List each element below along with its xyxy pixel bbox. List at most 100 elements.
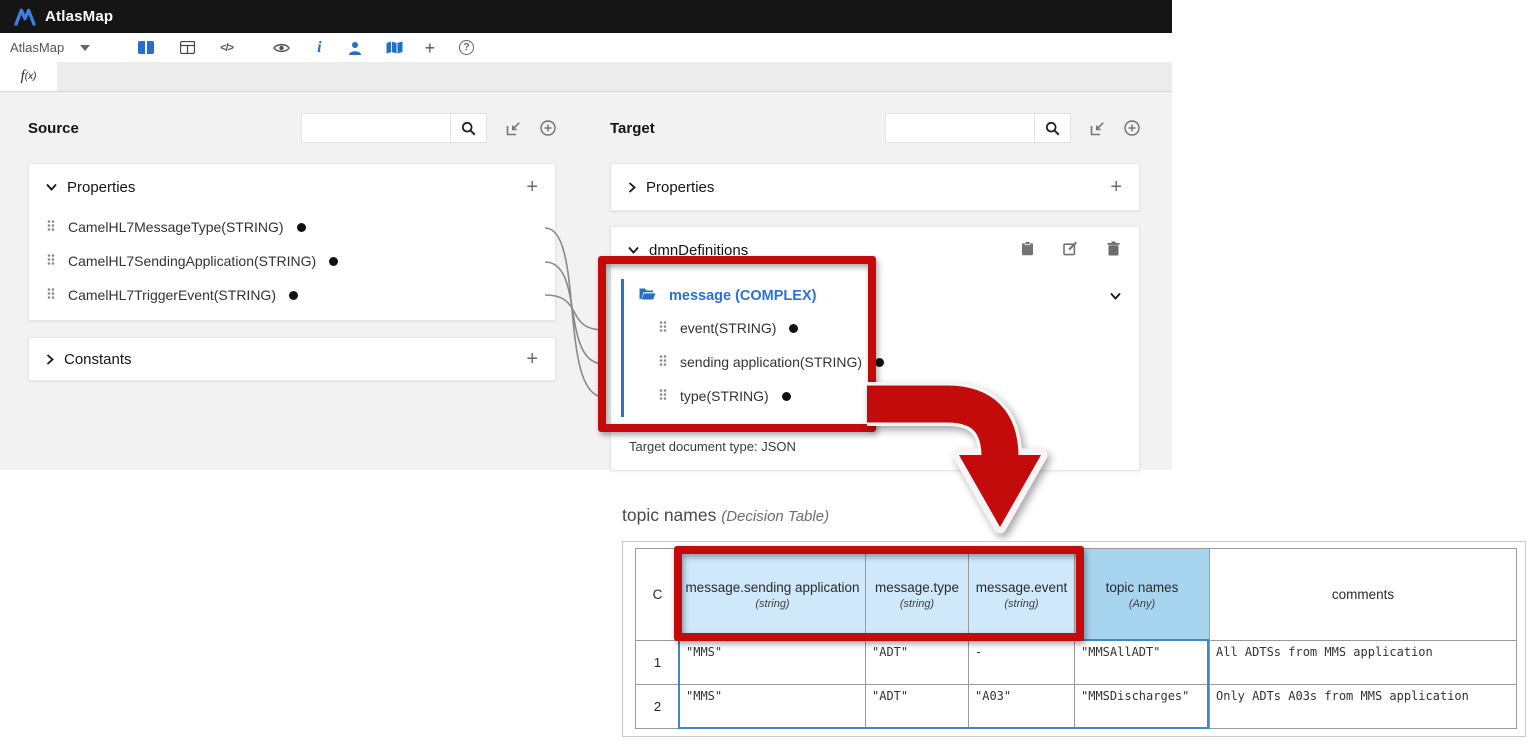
source-constants-header[interactable]: Constants + bbox=[29, 338, 555, 380]
show-mapping-preview-icon[interactable] bbox=[273, 42, 290, 54]
add-property-button[interactable]: + bbox=[526, 177, 538, 197]
target-panel-title: Target bbox=[610, 120, 655, 137]
cell-sending-application[interactable]: "MMS" bbox=[680, 641, 866, 685]
header-label: message.type bbox=[875, 580, 959, 595]
menu-label: AtlasMap bbox=[10, 40, 64, 55]
target-panel-header: Target bbox=[610, 110, 1140, 146]
namespace-table-icon[interactable]: </> bbox=[220, 42, 233, 54]
header-label: message.event bbox=[976, 580, 1068, 595]
source-field[interactable]: CamelHL7SendingApplication(STRING) bbox=[29, 244, 555, 278]
row-number[interactable]: 1 bbox=[636, 641, 680, 685]
cell-comment[interactable]: Only ADTs A03s from MMS application bbox=[1210, 685, 1517, 729]
chevron-down-icon[interactable] bbox=[1110, 287, 1121, 305]
cell-topic-names[interactable]: "MMSAllADT" bbox=[1075, 641, 1210, 685]
connect-dot-icon[interactable] bbox=[875, 358, 884, 367]
drag-grip-icon[interactable] bbox=[659, 388, 667, 404]
header-label: C bbox=[653, 587, 663, 602]
message-group-label: message (COMPLEX) bbox=[669, 288, 816, 304]
add-mapping-icon[interactable]: + bbox=[425, 39, 436, 57]
edit-document-icon[interactable] bbox=[1063, 241, 1078, 260]
column-header-topic-names[interactable]: topic names(Any) bbox=[1075, 549, 1210, 641]
source-field[interactable]: CamelHL7TriggerEvent(STRING) bbox=[29, 278, 555, 312]
tab-strip: f(x) bbox=[0, 62, 1172, 92]
clipboard-icon[interactable] bbox=[1021, 241, 1034, 260]
dmn-definitions-header[interactable]: dmnDefinitions bbox=[611, 227, 1139, 273]
column-header-sending-application[interactable]: message.sending application(string) bbox=[680, 549, 866, 641]
field-label: type(STRING) bbox=[680, 388, 769, 404]
search-icon[interactable] bbox=[1034, 114, 1070, 142]
source-properties-header[interactable]: Properties + bbox=[29, 164, 555, 210]
drag-grip-icon[interactable] bbox=[47, 253, 55, 269]
masthead: AtlasMap bbox=[0, 0, 1172, 33]
connect-dot-icon[interactable] bbox=[297, 223, 306, 232]
column-header-comments[interactable]: comments bbox=[1210, 549, 1517, 641]
add-property-button[interactable]: + bbox=[1110, 177, 1122, 197]
target-panel: Target Properties + bbox=[610, 110, 1140, 471]
drag-grip-icon[interactable] bbox=[47, 287, 55, 303]
decision-table: C message.sending application(string) me… bbox=[622, 541, 1526, 737]
add-constant-button[interactable]: + bbox=[526, 349, 538, 369]
add-document-icon[interactable] bbox=[540, 120, 556, 136]
decision-table-name: topic names bbox=[622, 505, 716, 525]
atlasmap-menu-dropdown[interactable]: AtlasMap bbox=[10, 40, 90, 55]
tab-fx[interactable]: f(x) bbox=[0, 62, 57, 91]
target-field[interactable]: event(STRING) bbox=[611, 311, 1139, 345]
message-group: message (COMPLEX) event(STRING) sending … bbox=[611, 273, 1139, 427]
drag-grip-icon[interactable] bbox=[659, 320, 667, 336]
table-view-icon[interactable] bbox=[180, 41, 195, 54]
field-label: CamelHL7MessageType(STRING) bbox=[68, 219, 284, 235]
source-field[interactable]: CamelHL7MessageType(STRING) bbox=[29, 210, 555, 244]
decision-table-header-row: C message.sending application(string) me… bbox=[636, 549, 1517, 641]
drag-grip-icon[interactable] bbox=[47, 219, 55, 235]
cell-type[interactable]: "ADT" bbox=[866, 641, 969, 685]
help-icon[interactable]: ? bbox=[459, 40, 474, 55]
column-header-type[interactable]: message.type (string) bbox=[866, 549, 969, 641]
cell-comment[interactable]: All ADTSs from MMS application bbox=[1210, 641, 1517, 685]
columns-view-icon[interactable] bbox=[138, 41, 154, 54]
field-label: CamelHL7SendingApplication(STRING) bbox=[68, 253, 316, 269]
target-field[interactable]: type(STRING) bbox=[611, 379, 1139, 413]
connect-dot-icon[interactable] bbox=[329, 257, 338, 266]
drag-grip-icon[interactable] bbox=[659, 354, 667, 370]
decision-table-kind: (Decision Table) bbox=[721, 508, 829, 525]
import-document-icon[interactable] bbox=[1090, 121, 1105, 136]
cell-event[interactable]: "A03" bbox=[969, 685, 1075, 729]
show-types-icon[interactable] bbox=[386, 41, 403, 54]
source-properties-card: Properties + CamelHL7MessageType(STRING)… bbox=[28, 163, 556, 321]
dmn-definitions-label: dmnDefinitions bbox=[649, 242, 748, 259]
header-label: topic names bbox=[1106, 580, 1179, 595]
fx-sub: (x) bbox=[25, 71, 37, 82]
source-panel-title: Source bbox=[28, 120, 79, 137]
connect-dot-icon[interactable] bbox=[789, 324, 798, 333]
cell-type[interactable]: "ADT" bbox=[866, 685, 969, 729]
header-type: (string) bbox=[900, 598, 934, 610]
help-glyph: ? bbox=[459, 40, 474, 55]
source-constants-label: Constants bbox=[64, 351, 132, 368]
source-properties-fields: CamelHL7MessageType(STRING) CamelHL7Send… bbox=[29, 210, 555, 320]
show-unmapped-fields-icon[interactable] bbox=[347, 41, 363, 55]
connect-dot-icon[interactable] bbox=[289, 291, 298, 300]
source-panel-header: Source bbox=[28, 110, 556, 146]
selection-indicator bbox=[621, 279, 624, 417]
column-header-c[interactable]: C bbox=[636, 549, 680, 641]
target-properties-card: Properties + bbox=[610, 163, 1140, 211]
cell-topic-names[interactable]: "MMSDischarges" bbox=[1075, 685, 1210, 729]
target-properties-header[interactable]: Properties + bbox=[611, 164, 1139, 210]
row-number[interactable]: 2 bbox=[636, 685, 680, 729]
delete-document-icon[interactable] bbox=[1107, 241, 1120, 260]
target-search-input[interactable] bbox=[886, 114, 1034, 142]
import-document-icon[interactable] bbox=[506, 121, 521, 136]
show-mapped-fields-icon[interactable]: i bbox=[317, 39, 321, 57]
add-document-icon[interactable] bbox=[1124, 120, 1140, 136]
connect-dot-icon[interactable] bbox=[782, 392, 791, 401]
column-header-event[interactable]: message.event(string) bbox=[969, 549, 1075, 641]
target-document-type: Target document type: JSON bbox=[611, 427, 1139, 470]
chevron-down-icon bbox=[628, 246, 639, 254]
target-field[interactable]: sending application(STRING) bbox=[611, 345, 1139, 379]
header-type: (string) bbox=[755, 598, 789, 610]
message-group-header[interactable]: message (COMPLEX) bbox=[611, 281, 1139, 311]
source-search-input[interactable] bbox=[302, 114, 450, 142]
search-icon[interactable] bbox=[450, 114, 486, 142]
cell-sending-application[interactable]: "MMS" bbox=[680, 685, 866, 729]
cell-event[interactable]: - bbox=[969, 641, 1075, 685]
